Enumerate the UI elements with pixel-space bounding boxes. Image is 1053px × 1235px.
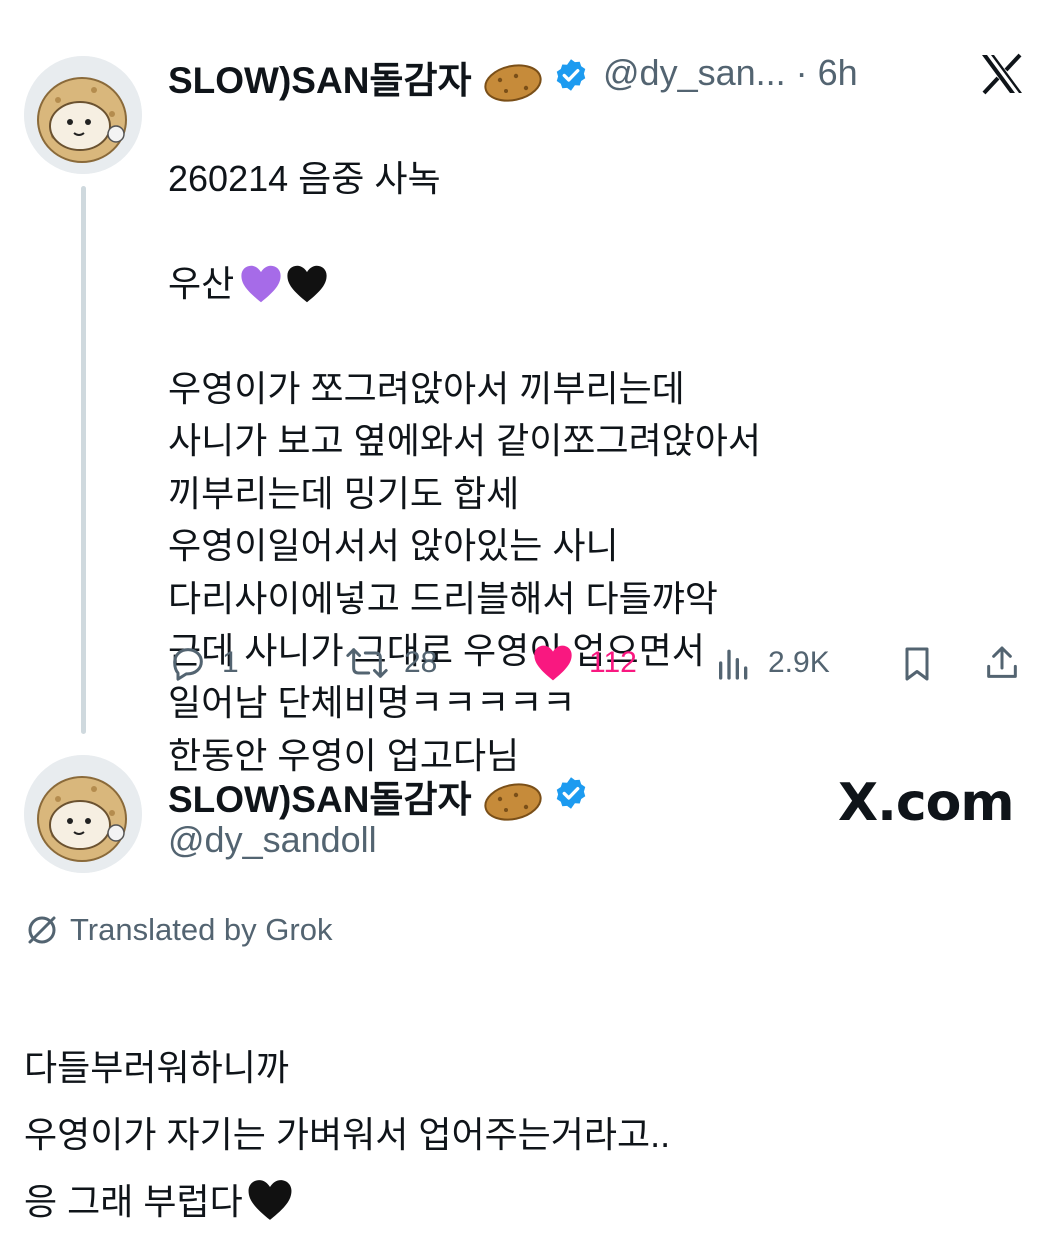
translated-label: Translated by Grok	[70, 912, 333, 947]
black-heart-emoji	[287, 266, 327, 303]
heart-icon	[534, 645, 572, 681]
repost-count: 28	[404, 646, 438, 679]
reply-author-name[interactable]: SLOW)SAN돌감자	[168, 769, 544, 823]
reply-body-text: 다들부러워하니까 우영이가 자기는 가벼워서 업어주는거라고.. 응 그래 부럽…	[24, 1047, 671, 1222]
views-button[interactable]: 2.9K	[714, 643, 830, 683]
potato-emoji	[484, 64, 542, 102]
avatar-potato-character-icon	[24, 755, 142, 873]
potato-emoji	[484, 783, 542, 821]
reply-body: 다들부러워하니까 우영이가 자기는 가벼워서 업어주는거라고.. 응 그래 부럽…	[24, 967, 1024, 1235]
like-count: 112	[589, 646, 637, 679]
avatar-potato-character-icon	[24, 56, 142, 174]
thread-connector-line	[81, 186, 86, 734]
share-icon[interactable]	[982, 642, 1022, 684]
author-handle-time[interactable]: @dy_san... · 6h	[603, 52, 858, 94]
translate-icon	[28, 916, 56, 944]
views-icon	[719, 649, 748, 680]
purple-heart-emoji	[241, 266, 281, 303]
repost-button[interactable]: 28	[344, 643, 437, 683]
verified-badge-icon	[556, 59, 586, 91]
views-count: 2.9K	[768, 646, 830, 679]
bookmark-icon[interactable]	[897, 643, 937, 685]
tweet-body-line-2-text: 우산	[168, 263, 235, 305]
x-logo-icon[interactable]	[979, 53, 1025, 95]
avatar[interactable]	[24, 56, 142, 174]
reply-author-name-text: SLOW)SAN돌감자	[168, 779, 472, 820]
tweet-body: 260214 음중 사녹 우산 우영이가 쪼그려앉아서 끼부리는데 사니가 보고…	[168, 101, 1028, 835]
author-name-text: SLOW)SAN돌감자	[168, 60, 472, 101]
reply-author-handle[interactable]: @dy_sandoll	[168, 819, 377, 861]
reply-button[interactable]: 1	[168, 643, 239, 683]
author-name[interactable]: SLOW)SAN돌감자	[168, 50, 544, 104]
tweet-body-line-2: 우산	[168, 258, 1028, 310]
repost-icon	[346, 648, 388, 678]
reply-count: 1	[222, 646, 239, 679]
tweet-body-line-1: 260214 음중 사녹	[168, 158, 441, 200]
reply-avatar[interactable]	[24, 755, 142, 873]
reply-icon	[173, 648, 203, 681]
like-button[interactable]: 112	[531, 643, 637, 683]
x-com-label: X.com	[838, 773, 1015, 833]
tweet-body-rest: 우영이가 쪼그려앉아서 끼부리는데 사니가 보고 옆에와서 같이쪼그려앉아서 끼…	[168, 368, 762, 776]
translated-by-grok[interactable]: Translated by Grok	[24, 912, 332, 948]
black-heart-emoji	[248, 1180, 292, 1221]
verified-badge-icon	[556, 777, 586, 809]
